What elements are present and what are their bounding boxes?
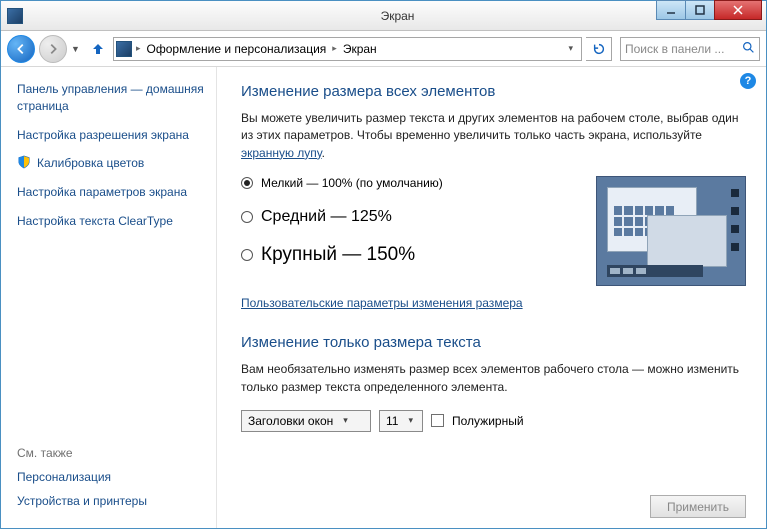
custom-scaling-link[interactable]: Пользовательские параметры изменения раз… — [241, 296, 523, 310]
preview-illustration — [596, 176, 746, 286]
sidebar-link-calibration[interactable]: Калибровка цветов — [17, 155, 208, 172]
up-button[interactable] — [87, 38, 109, 60]
sidebar-link-cleartype[interactable]: Настройка текста ClearType — [17, 213, 208, 230]
search-placeholder: Поиск в панели ... — [625, 42, 724, 56]
close-button[interactable] — [714, 0, 762, 20]
magnifier-link[interactable]: экранную лупу — [241, 146, 322, 160]
radio-medium[interactable]: Средний — 125% — [241, 208, 578, 226]
heading-resize-all: Изменение размера всех элементов — [241, 83, 746, 100]
element-combo[interactable]: Заголовки окон▾ — [241, 410, 371, 432]
breadcrumb-item[interactable]: Экран — [341, 42, 379, 56]
location-icon — [116, 41, 132, 57]
chevron-right-icon: ▸ — [136, 43, 141, 54]
radio-large[interactable]: Крупный — 150% — [241, 244, 578, 266]
forward-button[interactable] — [39, 35, 67, 63]
search-input[interactable]: Поиск в панели ... — [620, 37, 760, 61]
radio-icon — [241, 211, 253, 223]
back-button[interactable] — [7, 35, 35, 63]
sidebar-link-resolution[interactable]: Настройка разрешения экрана — [17, 127, 208, 144]
history-dropdown-icon[interactable]: ▼ — [71, 44, 83, 54]
window-controls — [657, 0, 762, 20]
minimize-button[interactable] — [656, 0, 686, 20]
radio-small[interactable]: Мелкий — 100% (по умолчанию) — [241, 176, 578, 190]
chevron-down-icon: ▾ — [408, 415, 413, 426]
navbar: ▼ ▸ Оформление и персонализация ▸ Экран … — [1, 31, 766, 67]
content-area: Панель управления — домашняя страница На… — [1, 67, 766, 528]
apply-button[interactable]: Применить — [650, 495, 746, 518]
resize-description: Вы можете увеличить размер текста и друг… — [241, 110, 746, 162]
app-icon — [7, 8, 23, 24]
shield-icon — [17, 155, 31, 169]
radio-icon — [241, 249, 253, 261]
seealso-heading: См. также — [17, 446, 208, 460]
sidebar: Панель управления — домашняя страница На… — [1, 67, 216, 528]
radio-icon — [241, 177, 253, 189]
sidebar-link-display-settings[interactable]: Настройка параметров экрана — [17, 184, 208, 201]
fontsize-combo[interactable]: 11▾ — [379, 410, 423, 432]
seealso-link-devices[interactable]: Устройства и принтеры — [17, 494, 208, 508]
main-panel: ? Изменение размера всех элементов Вы мо… — [216, 67, 766, 528]
bold-checkbox[interactable] — [431, 414, 444, 427]
bold-label: Полужирный — [452, 414, 524, 428]
help-icon[interactable]: ? — [740, 73, 756, 89]
text-only-description: Вам необязательно изменять размер всех э… — [241, 361, 746, 396]
heading-text-only: Изменение только размера текста — [241, 334, 746, 351]
size-options: Мелкий — 100% (по умолчанию) Средний — 1… — [241, 176, 578, 284]
address-bar[interactable]: ▸ Оформление и персонализация ▸ Экран ▾ — [113, 37, 582, 61]
breadcrumb-item[interactable]: Оформление и персонализация — [145, 42, 329, 56]
text-size-controls: Заголовки окон▾ 11▾ Полужирный — [241, 410, 746, 432]
chevron-right-icon: ▸ — [332, 43, 337, 54]
chevron-down-icon[interactable]: ▾ — [562, 43, 579, 54]
seealso-link-personalization[interactable]: Персонализация — [17, 470, 208, 484]
search-icon — [742, 41, 755, 57]
sidebar-heading[interactable]: Панель управления — домашняя страница — [17, 81, 208, 115]
refresh-button[interactable] — [586, 37, 612, 61]
titlebar: Экран — [1, 1, 766, 31]
chevron-down-icon: ▾ — [343, 415, 348, 426]
maximize-button[interactable] — [685, 0, 715, 20]
